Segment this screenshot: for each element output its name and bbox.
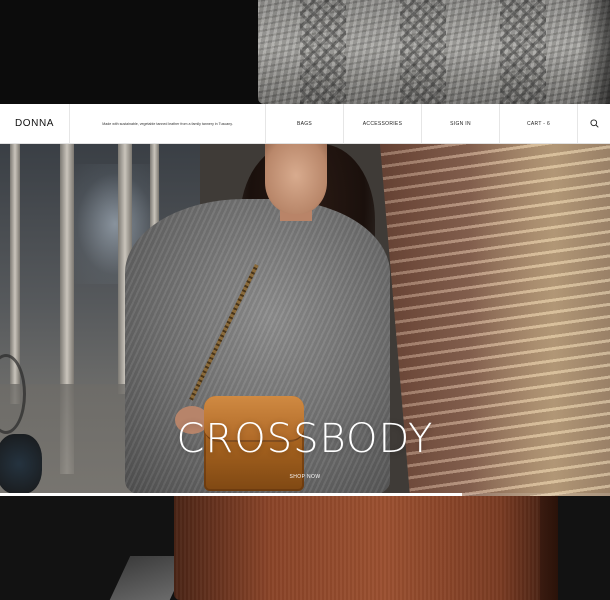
top-sweater-image: [0, 0, 610, 104]
brand-tagline: Made with sustainable, vegetable tanned …: [70, 104, 266, 143]
nav-link-cart[interactable]: CART - 6: [500, 104, 578, 143]
site-header: DONNA Made with sustainable, vegetable t…: [0, 104, 610, 144]
search-icon: [589, 119, 599, 128]
search-button[interactable]: [578, 104, 610, 143]
sweater-cable-knit: [400, 0, 446, 104]
leather-bag-seam: [540, 496, 558, 600]
page: DONNA Made with sustainable, vegetable t…: [0, 0, 610, 600]
nav-link-sign-in[interactable]: SIGN IN: [422, 104, 500, 143]
leather-bag-texture: [174, 496, 558, 600]
image-shadow: [580, 0, 610, 104]
shop-now-link[interactable]: SHOP NOW: [0, 474, 610, 480]
nav-link-bags[interactable]: BAGS: [266, 104, 344, 143]
model-face: [265, 144, 327, 214]
hero-slide[interactable]: CROSSBODY SHOP NOW: [0, 144, 610, 496]
bottom-leather-image: [0, 496, 610, 600]
hero-headline: CROSSBODY: [176, 416, 434, 462]
nav-link-accessories[interactable]: ACCESSORIES: [344, 104, 422, 143]
brand-logo[interactable]: DONNA: [0, 104, 70, 143]
sweater-cable-knit: [300, 0, 346, 104]
sweater-cable-knit: [500, 0, 546, 104]
